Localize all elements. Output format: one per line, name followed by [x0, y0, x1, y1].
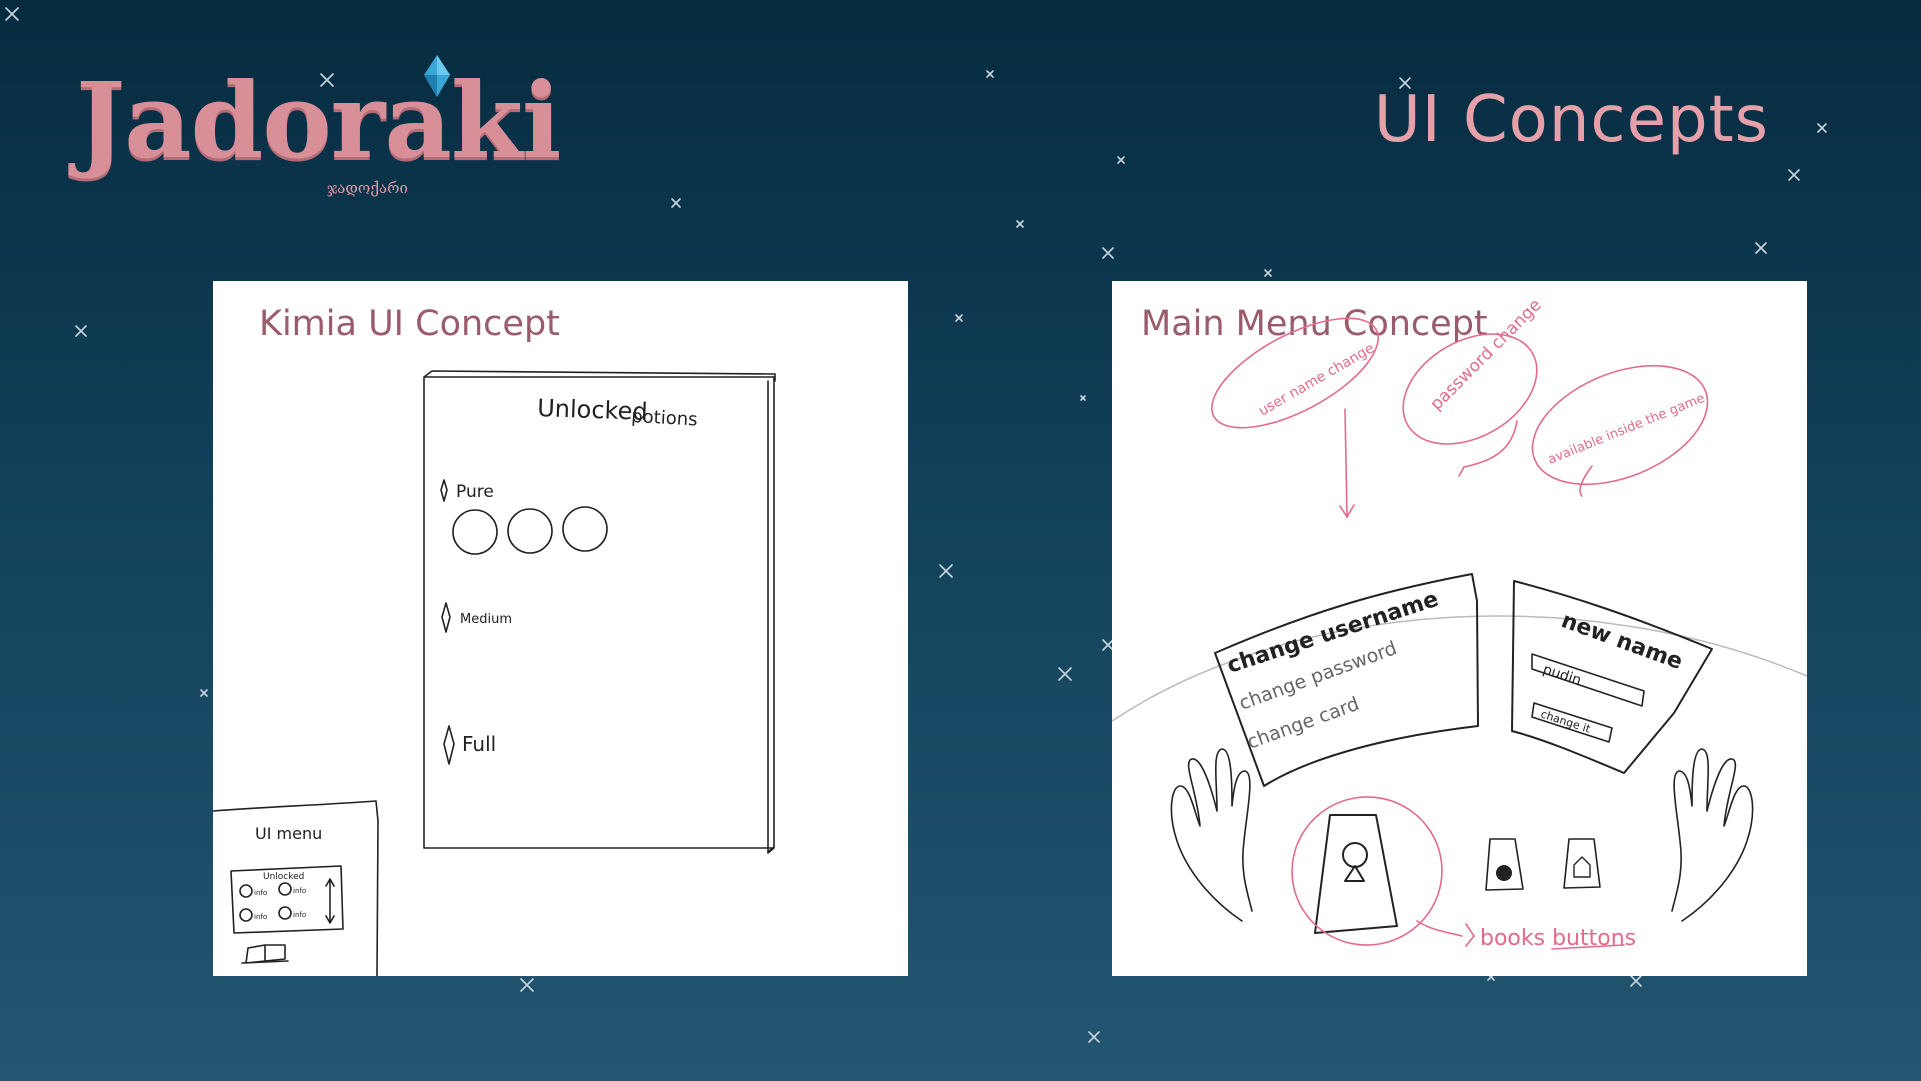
name-input-value: pudin [1541, 662, 1583, 689]
star-icon [939, 564, 953, 578]
scroll-arrow-icon [325, 878, 335, 924]
star-icon [986, 70, 994, 78]
mini-info: info [254, 889, 267, 897]
note-pointer-arrow [1579, 465, 1593, 497]
sparkle-icon [443, 725, 455, 765]
sparkle-icon [440, 479, 448, 502]
mini-slot [239, 908, 253, 922]
note-books-buttons: books buttons [1480, 926, 1636, 951]
star-icon [671, 198, 681, 208]
page-title: UI Concepts [1373, 83, 1769, 157]
book-heading-word: potions [631, 406, 698, 430]
star-icon [1630, 975, 1642, 987]
section-label-pure: Pure [456, 482, 494, 502]
star-icon [5, 7, 19, 21]
logo-subtitle: ჯადოქარი [327, 179, 408, 197]
star-icon [75, 325, 87, 337]
profile-icon-body [1344, 865, 1365, 882]
note-bubble [1402, 333, 1538, 445]
section-label-full: Full [462, 732, 496, 756]
star-icon [1016, 220, 1024, 228]
star-icon [1817, 123, 1827, 133]
star-icon [1102, 247, 1114, 259]
star-icon [955, 314, 963, 322]
kimia-ui-sketch: Unlocked potions Pure Medium Full UI men… [213, 370, 776, 976]
star-icon [520, 978, 534, 992]
mini-slot [278, 882, 292, 896]
star-icon [200, 689, 208, 697]
mini-info: info [293, 911, 306, 919]
right-hand-sketch [1671, 748, 1754, 922]
star-icon [1117, 156, 1125, 164]
note-bubble [1291, 796, 1443, 946]
note-pointer-arrow [1416, 920, 1463, 937]
horizon-arc [1112, 615, 1807, 722]
note-pointer-arrow [1339, 408, 1355, 519]
star-icon [1264, 269, 1272, 277]
profile-book-button [1314, 814, 1398, 934]
mini-info: info [254, 913, 267, 921]
profile-icon [1342, 842, 1368, 868]
kimia-ui-concept-panel: Kimia UI Concept Unlocked potions Pure M… [213, 281, 908, 976]
note-pointer-arrow [1458, 420, 1518, 477]
settings-book-button [1485, 838, 1524, 891]
note-user-name-change: user name change [1256, 340, 1377, 419]
gear-icon [1496, 865, 1512, 881]
potion-slot [562, 506, 608, 552]
home-book-button [1563, 838, 1601, 889]
section-label-medium: Medium [460, 612, 512, 627]
star-icon [1755, 242, 1767, 254]
mini-info: info [293, 887, 306, 895]
star-icon [1058, 667, 1072, 681]
left-hand-sketch [1170, 748, 1253, 922]
star-icon [1788, 169, 1800, 181]
note-password-change: password change [1426, 295, 1545, 414]
star-icon [1088, 1031, 1100, 1043]
mini-slot [278, 906, 292, 920]
sparkle-icon [441, 602, 451, 633]
jadoraki-logo: Jadoraki ჯადოქარი [72, 55, 561, 205]
new-name-heading: new name [1558, 608, 1686, 675]
mini-heading: Unlocked [263, 872, 304, 882]
note-available-inside-game: available inside the game [1546, 391, 1707, 468]
main-menu-sketch: change username change password change c… [1112, 295, 1807, 951]
main-menu-concept-panel: Main Menu Concept change username change… [1112, 281, 1807, 976]
mini-slot [239, 884, 253, 898]
open-book-icon [241, 944, 289, 964]
change-it-label: change it [1539, 707, 1593, 735]
home-icon [1573, 856, 1591, 878]
potion-slot [452, 509, 498, 555]
ui-menu-label: UI menu [255, 824, 322, 843]
potion-slot [507, 508, 553, 554]
star-icon [1080, 395, 1086, 401]
logo-wordmark: Jadoraki [76, 59, 561, 182]
play-arrow-icon [1465, 923, 1475, 947]
note-bubble [1211, 317, 1379, 429]
